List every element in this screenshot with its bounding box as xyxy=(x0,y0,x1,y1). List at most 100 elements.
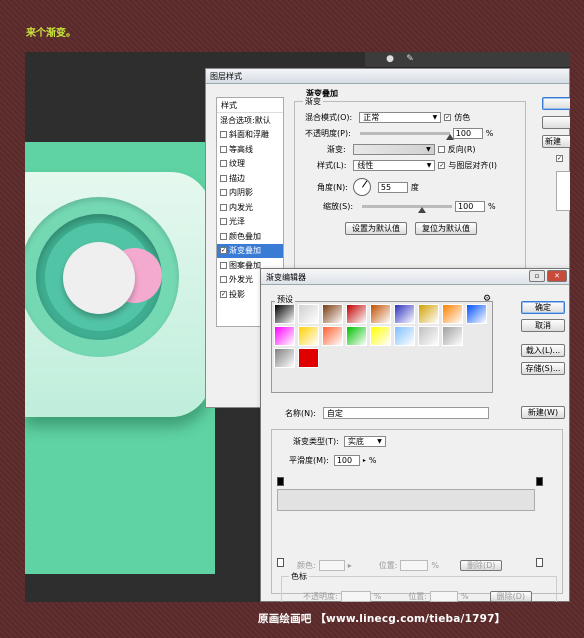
gradient-preset-swatch[interactable] xyxy=(298,326,319,346)
color-location-input[interactable] xyxy=(400,560,429,571)
gradient-preset-swatch[interactable] xyxy=(322,326,343,346)
style-list-item[interactable]: 描边 xyxy=(217,171,283,186)
toolbar-strip: ● ✎ xyxy=(365,52,570,68)
delete-opacity-stop-button[interactable]: 删除(D) xyxy=(489,591,533,602)
style-checkbox[interactable] xyxy=(220,203,227,211)
style-list-item[interactable]: 内阴影 xyxy=(217,186,283,201)
save-button[interactable]: 存储(S)... xyxy=(521,362,565,375)
angle-dial[interactable] xyxy=(352,178,371,196)
style-list-item[interactable]: 混合选项:默认 xyxy=(217,113,283,128)
gradient-preset-swatch[interactable] xyxy=(274,326,295,346)
opacity-location-input[interactable] xyxy=(430,591,459,602)
gradient-preset-swatch[interactable] xyxy=(466,304,487,324)
color-stop-left[interactable] xyxy=(277,558,284,567)
name-label: 名称(N): xyxy=(285,408,316,418)
gradient-preset-swatch[interactable] xyxy=(442,304,463,324)
make-default-button[interactable]: 设置为默认值 xyxy=(345,222,407,235)
gradient-preset-swatch[interactable] xyxy=(370,326,391,346)
gradient-group: 渐变 混合模式(O): 正常 ▼ ✓ 仿色 不透明度(P): 100 % 渐变: … xyxy=(294,96,526,276)
preview-checkbox[interactable]: ✓ xyxy=(556,155,563,162)
style-list-item[interactable]: 纹理 xyxy=(217,157,283,172)
align-checkbox[interactable]: ✓ xyxy=(438,162,446,169)
ok-button-partial[interactable] xyxy=(542,97,570,110)
close-icon[interactable]: ✕ xyxy=(547,270,567,282)
style-checkbox[interactable] xyxy=(220,218,227,226)
gradient-preset-swatch[interactable] xyxy=(346,304,367,324)
blend-mode-select[interactable]: 正常 ▼ xyxy=(359,112,442,123)
gradient-preset-swatch[interactable] xyxy=(418,304,439,324)
angle-input[interactable]: 55 xyxy=(377,181,408,193)
style-select[interactable]: 线性 ▼ xyxy=(353,160,436,171)
chevron-down-icon: ▼ xyxy=(426,162,432,169)
stops-group-label: 色标 xyxy=(289,571,309,582)
restore-icon[interactable]: ▫ xyxy=(529,270,545,282)
gradient-preset-swatch[interactable] xyxy=(394,304,415,324)
opacity-stop-right[interactable] xyxy=(536,477,543,486)
style-list-item[interactable]: 内发光 xyxy=(217,200,283,215)
new-style-button[interactable]: 新建 xyxy=(542,135,570,148)
opacity-input[interactable]: 100 xyxy=(452,128,483,139)
gradient-preset-swatch[interactable] xyxy=(418,326,439,346)
style-checkbox[interactable] xyxy=(220,174,227,182)
style-checkbox[interactable]: ✓ xyxy=(220,290,227,298)
style-list-item[interactable]: ✓ 渐变叠加 xyxy=(217,243,283,258)
load-button[interactable]: 载入(L)... xyxy=(521,344,565,357)
style-checkbox[interactable] xyxy=(220,131,227,139)
style-list-item-label: 光泽 xyxy=(229,217,245,227)
gradient-preset-swatch[interactable] xyxy=(298,348,319,368)
style-checkbox[interactable] xyxy=(220,189,227,197)
location-label: 位置: xyxy=(378,561,398,570)
style-checkbox[interactable] xyxy=(220,232,227,240)
gradient-preset-swatch[interactable] xyxy=(274,348,295,368)
scale-slider[interactable] xyxy=(362,205,453,213)
gradient-bar[interactable] xyxy=(277,489,535,511)
info-icon[interactable]: ● xyxy=(385,54,395,64)
name-input[interactable]: 自定 xyxy=(322,407,489,419)
delete-color-stop-button[interactable]: 删除(D) xyxy=(460,560,503,571)
style-list-item[interactable]: 等高线 xyxy=(217,142,283,157)
style-list-item[interactable]: 斜面和浮雕 xyxy=(217,128,283,143)
style-list-item[interactable]: 光泽 xyxy=(217,215,283,230)
brush-icon[interactable]: ✎ xyxy=(405,54,415,64)
smoothness-input[interactable]: 100 xyxy=(333,455,360,466)
smoothness-stepper[interactable]: ▸ xyxy=(363,457,366,464)
blend-mode-value: 正常 xyxy=(363,113,380,122)
gradient-type-select[interactable]: 实底 ▼ xyxy=(343,436,386,447)
style-checkbox[interactable] xyxy=(220,261,227,269)
reverse-checkbox[interactable] xyxy=(437,146,445,153)
scale-input[interactable]: 100 xyxy=(455,201,486,212)
stop-color-swatch[interactable] xyxy=(318,560,345,571)
reverse-label: 反向(R) xyxy=(447,145,476,154)
gradient-preset-swatch[interactable] xyxy=(346,326,367,346)
color-picker-arrow[interactable]: ▸ xyxy=(348,561,352,570)
gradient-preset-swatch[interactable] xyxy=(394,326,415,346)
cancel-button-partial[interactable] xyxy=(542,116,570,129)
gradient-preset-swatch[interactable] xyxy=(322,304,343,324)
reset-default-button[interactable]: 复位为默认值 xyxy=(415,222,477,235)
gradient-preset-swatch[interactable] xyxy=(298,304,319,324)
gradient-preset-swatch[interactable] xyxy=(370,304,391,324)
stop-opacity-input[interactable] xyxy=(340,591,371,602)
color-stop-right[interactable] xyxy=(536,558,543,567)
chevron-down-icon: ▼ xyxy=(432,114,438,121)
style-checkbox[interactable]: ✓ xyxy=(220,247,227,255)
new-gradient-button[interactable]: 新建(W) xyxy=(521,406,565,419)
opacity-slider[interactable] xyxy=(359,132,454,140)
style-checkbox[interactable] xyxy=(220,145,227,153)
slider-thumb[interactable] xyxy=(445,134,454,140)
dither-checkbox[interactable]: ✓ xyxy=(444,114,452,121)
cancel-button[interactable]: 取消 xyxy=(521,319,565,332)
gradient-picker[interactable]: ▼ xyxy=(352,144,435,155)
style-list-item-label: 内发光 xyxy=(229,202,253,212)
ok-button[interactable]: 确定 xyxy=(521,301,565,314)
chevron-down-icon: ▼ xyxy=(377,438,382,445)
gradient-label: 渐变: xyxy=(327,145,346,154)
style-checkbox[interactable] xyxy=(220,276,227,284)
gradient-preset-swatch[interactable] xyxy=(274,304,295,324)
slider-thumb[interactable] xyxy=(418,207,427,213)
gradient-preset-swatch[interactable] xyxy=(442,326,463,346)
style-checkbox[interactable] xyxy=(220,160,227,168)
opacity-stop-left[interactable] xyxy=(277,477,284,486)
style-list-item[interactable]: 颜色叠加 xyxy=(217,229,283,244)
gradient-type-value: 实底 xyxy=(347,437,364,446)
